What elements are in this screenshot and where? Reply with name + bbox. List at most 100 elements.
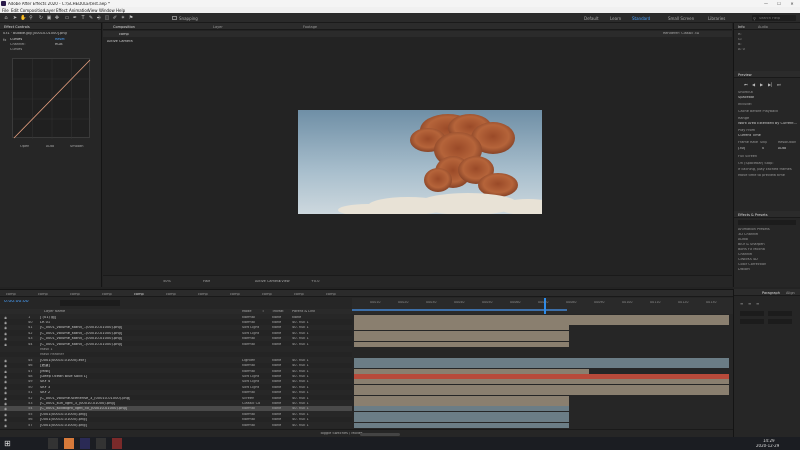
current-timecode[interactable]: 0:00:00:00 bbox=[4, 300, 29, 305]
reset-button[interactable]: Reset bbox=[55, 38, 65, 42]
selection-tool-icon[interactable]: ➤ bbox=[12, 15, 18, 21]
layer-duration-bar[interactable] bbox=[354, 395, 569, 401]
effects-item[interactable]: Boris FX Mocha bbox=[738, 248, 765, 252]
preview-cache-checkbox[interactable]: Cache Before Playback bbox=[738, 110, 778, 114]
preview-movetime-checkbox[interactable]: Move time to preview time bbox=[738, 174, 785, 178]
effects-item[interactable]: Distort bbox=[738, 268, 750, 272]
curves-open-button[interactable]: Open bbox=[20, 145, 29, 149]
align-center-icon[interactable]: ≡ bbox=[748, 301, 751, 306]
taskbar-app-icon[interactable] bbox=[48, 438, 58, 449]
channel-select[interactable]: RGB bbox=[55, 43, 63, 47]
tab-effect-controls[interactable]: Effect Controls bbox=[4, 25, 30, 29]
work-area-bar[interactable] bbox=[352, 309, 567, 311]
taskbar-after-effects-icon[interactable] bbox=[80, 438, 90, 449]
play-icon[interactable]: ▶ bbox=[760, 82, 763, 87]
subtab-comp[interactable]: comp bbox=[119, 32, 129, 36]
indent-left-field[interactable] bbox=[740, 311, 764, 316]
tab-info[interactable]: Info bbox=[738, 25, 745, 29]
effects-search-input[interactable] bbox=[738, 220, 796, 225]
workspace-default[interactable]: Default bbox=[584, 16, 599, 21]
layer-duration-bar[interactable] bbox=[354, 373, 729, 379]
effects-item[interactable]: CINEMA 4D bbox=[738, 258, 758, 262]
renderer-label[interactable]: Renderer: Classic 3D bbox=[663, 32, 699, 36]
tab-paragraph[interactable]: Paragraph bbox=[762, 291, 780, 295]
layer-duration-bar[interactable] bbox=[354, 368, 589, 374]
curves-auto-button[interactable]: Auto bbox=[46, 145, 54, 149]
pin-tool-icon[interactable]: ⚑ bbox=[128, 15, 134, 21]
layer-duration-bar[interactable] bbox=[354, 357, 729, 363]
maximize-button[interactable]: ☐ bbox=[773, 1, 785, 6]
timeline-comp-tab[interactable]: comp bbox=[294, 292, 304, 296]
tab-effects-presets[interactable]: Effects & Presets bbox=[738, 213, 768, 217]
prev-frame-icon[interactable]: ◀ bbox=[752, 82, 755, 87]
preview-resolution-value[interactable]: Auto bbox=[778, 147, 786, 151]
taskbar-app-icon[interactable] bbox=[112, 438, 122, 449]
workspace-learn[interactable]: Learn bbox=[610, 16, 621, 21]
views-select[interactable]: 1 View bbox=[278, 280, 290, 284]
preview-playfrom-select[interactable]: Current Time bbox=[738, 134, 761, 138]
effects-item[interactable]: Audio bbox=[738, 238, 748, 242]
pan-behind-tool-icon[interactable]: ✥ bbox=[54, 15, 60, 21]
minimize-button[interactable]: — bbox=[760, 1, 772, 6]
preview-fullscreen-checkbox[interactable]: Full Screen bbox=[738, 155, 757, 159]
layer-duration-bar[interactable] bbox=[354, 336, 569, 342]
next-frame-icon[interactable]: ▶▏ bbox=[768, 82, 774, 87]
workspace-libraries[interactable]: Libraries bbox=[708, 16, 725, 21]
preview-framerate-value[interactable]: (30) bbox=[738, 147, 745, 151]
timeline-comp-tab[interactable]: comp bbox=[230, 292, 240, 296]
layer-duration-bar[interactable] bbox=[354, 411, 569, 417]
layer-duration-bar[interactable] bbox=[354, 330, 569, 336]
layer-duration-bar[interactable] bbox=[354, 363, 729, 369]
pen-tool-icon[interactable]: ✒ bbox=[72, 15, 78, 21]
layer-duration-bar[interactable] bbox=[354, 400, 569, 406]
effects-item[interactable]: 3D Channel bbox=[738, 233, 758, 237]
layer-duration-bar[interactable] bbox=[354, 406, 569, 412]
view-select[interactable]: Active Camera bbox=[255, 280, 281, 284]
first-frame-icon[interactable]: ⏮ bbox=[744, 82, 748, 87]
indent-right-field[interactable] bbox=[768, 311, 792, 316]
effects-item[interactable]: Color Correction bbox=[738, 263, 766, 267]
timeline-comp-tab[interactable]: comp bbox=[198, 292, 208, 296]
timeline-comp-tab[interactable]: comp bbox=[6, 292, 16, 296]
windows-start-icon[interactable]: ⊞ bbox=[4, 439, 11, 448]
zoom-select[interactable]: 50% bbox=[163, 280, 171, 284]
last-frame-icon[interactable]: ⏭ bbox=[777, 82, 781, 87]
space-before-field[interactable] bbox=[740, 319, 764, 324]
camera-tool-icon[interactable]: ▣ bbox=[46, 15, 52, 21]
preview-range-select[interactable]: Work Area Extended By Current... bbox=[738, 122, 797, 126]
layer-duration-bar[interactable] bbox=[354, 341, 569, 347]
exposure-value[interactable]: +0.0 bbox=[311, 280, 320, 284]
search-help-input[interactable]: ⚲ Search Help bbox=[752, 15, 796, 21]
clock-date[interactable]: 2020-12-29 bbox=[756, 444, 779, 448]
tab-footage[interactable]: Footage bbox=[303, 25, 317, 29]
timeline-comp-tab[interactable]: comp bbox=[262, 292, 272, 296]
timeline-search-input[interactable] bbox=[60, 300, 120, 306]
layer-duration-bar[interactable] bbox=[354, 417, 569, 423]
timeline-comp-tab[interactable]: comp bbox=[134, 292, 144, 296]
zoom-tool-icon[interactable]: ⚲ bbox=[28, 15, 34, 21]
taskbar-app-icon[interactable] bbox=[96, 438, 106, 449]
timeline-comp-tab[interactable]: comp bbox=[166, 292, 176, 296]
align-right-icon[interactable]: ≡ bbox=[756, 301, 759, 306]
workspace-small-screen[interactable]: Small Screen bbox=[668, 16, 694, 21]
timeline-comp-tab[interactable]: comp bbox=[38, 292, 48, 296]
tab-audio[interactable]: Audio bbox=[758, 25, 768, 29]
home-icon[interactable]: ⌂ bbox=[3, 15, 9, 21]
rectangle-tool-icon[interactable]: ▭ bbox=[64, 15, 70, 21]
visibility-eye-icon[interactable]: ◉ bbox=[4, 424, 7, 428]
tab-layer[interactable]: Layer bbox=[213, 25, 223, 29]
tab-align[interactable]: Align bbox=[786, 291, 795, 295]
layer-row[interactable]: ◉ 57 [0001(00010-01000).png] Normal None 40. … bbox=[0, 422, 352, 428]
preview-skip-value[interactable]: 0 bbox=[762, 147, 764, 151]
align-left-icon[interactable]: ≡ bbox=[740, 301, 743, 306]
rotate-tool-icon[interactable]: ↻ bbox=[38, 15, 44, 21]
resolution-select[interactable]: Half bbox=[203, 280, 210, 284]
effect-name[interactable]: Curves bbox=[10, 38, 22, 42]
layer-duration-bar[interactable] bbox=[354, 314, 729, 320]
roto-brush-tool-icon[interactable]: ✐ bbox=[112, 15, 118, 21]
layer-duration-bar[interactable] bbox=[354, 325, 569, 331]
layer-duration-bar[interactable] bbox=[354, 384, 729, 390]
preview-shortcut-value[interactable]: Spacebar bbox=[738, 96, 754, 100]
hand-tool-icon[interactable]: ✋ bbox=[20, 15, 26, 21]
zoom-slider[interactable] bbox=[360, 433, 400, 436]
